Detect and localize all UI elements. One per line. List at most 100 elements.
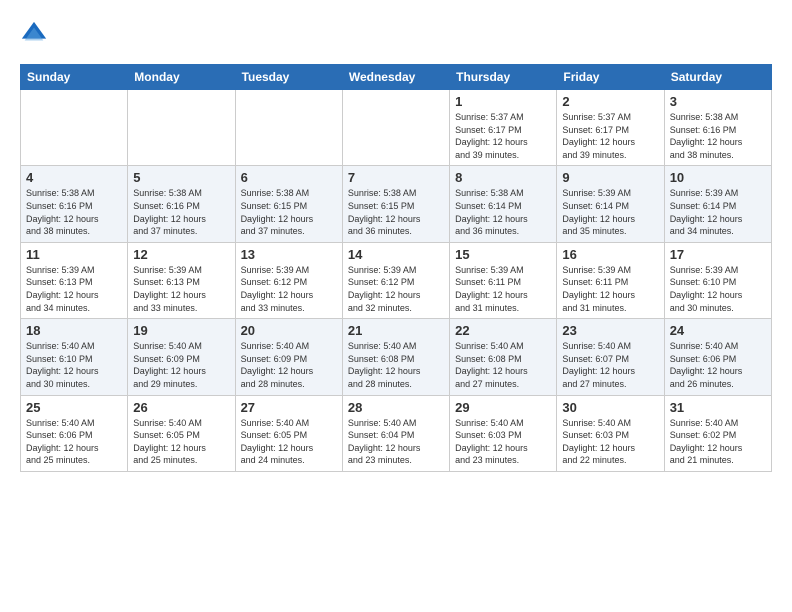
day-number: 23 [562, 323, 658, 338]
calendar-header-tuesday: Tuesday [235, 65, 342, 90]
cell-content: Sunrise: 5:40 AM Sunset: 6:06 PM Dayligh… [670, 340, 766, 390]
day-number: 3 [670, 94, 766, 109]
calendar-cell: 19 Sunrise: 5:40 AM Sunset: 6:09 PM Dayli… [128, 319, 235, 395]
day-number: 9 [562, 170, 658, 185]
calendar-cell: 26 Sunrise: 5:40 AM Sunset: 6:05 PM Dayli… [128, 395, 235, 471]
cell-content: Sunrise: 5:40 AM Sunset: 6:10 PM Dayligh… [26, 340, 122, 390]
cell-content: Sunrise: 5:40 AM Sunset: 6:07 PM Dayligh… [562, 340, 658, 390]
calendar-cell: 2 Sunrise: 5:37 AM Sunset: 6:17 PM Daylig… [557, 90, 664, 166]
cell-content: Sunrise: 5:39 AM Sunset: 6:14 PM Dayligh… [670, 187, 766, 237]
cell-content: Sunrise: 5:39 AM Sunset: 6:13 PM Dayligh… [26, 264, 122, 314]
cell-content: Sunrise: 5:39 AM Sunset: 6:11 PM Dayligh… [562, 264, 658, 314]
cell-content: Sunrise: 5:39 AM Sunset: 6:11 PM Dayligh… [455, 264, 551, 314]
day-number: 31 [670, 400, 766, 415]
day-number: 28 [348, 400, 444, 415]
calendar-cell: 10Sunrise: 5:39 AM Sunset: 6:14 PM Dayli… [664, 166, 771, 242]
day-number: 4 [26, 170, 122, 185]
cell-content: Sunrise: 5:39 AM Sunset: 6:14 PM Dayligh… [562, 187, 658, 237]
calendar-week-row: 4 Sunrise: 5:38 AM Sunset: 6:16 PM Daylig… [21, 166, 772, 242]
calendar-cell [342, 90, 449, 166]
cell-content: Sunrise: 5:39 AM Sunset: 6:12 PM Dayligh… [348, 264, 444, 314]
cell-content: Sunrise: 5:38 AM Sunset: 6:14 PM Dayligh… [455, 187, 551, 237]
calendar-cell: 4 Sunrise: 5:38 AM Sunset: 6:16 PM Daylig… [21, 166, 128, 242]
cell-content: Sunrise: 5:38 AM Sunset: 6:16 PM Dayligh… [26, 187, 122, 237]
day-number: 16 [562, 247, 658, 262]
cell-content: Sunrise: 5:40 AM Sunset: 6:09 PM Dayligh… [241, 340, 337, 390]
calendar-header-saturday: Saturday [664, 65, 771, 90]
calendar-cell: 11 Sunrise: 5:39 AM Sunset: 6:13 PM Dayli… [21, 242, 128, 318]
day-number: 24 [670, 323, 766, 338]
calendar-cell: 17 Sunrise: 5:39 AM Sunset: 6:10 PM Dayli… [664, 242, 771, 318]
day-number: 2 [562, 94, 658, 109]
cell-content: Sunrise: 5:40 AM Sunset: 6:08 PM Dayligh… [455, 340, 551, 390]
calendar-week-row: 25 Sunrise: 5:40 AM Sunset: 6:06 PM Dayli… [21, 395, 772, 471]
cell-content: Sunrise: 5:40 AM Sunset: 6:03 PM Dayligh… [562, 417, 658, 467]
calendar-cell: 21 Sunrise: 5:40 AM Sunset: 6:08 PM Dayli… [342, 319, 449, 395]
calendar-cell: 14Sunrise: 5:39 AM Sunset: 6:12 PM Dayli… [342, 242, 449, 318]
day-number: 22 [455, 323, 551, 338]
calendar-week-row: 1 Sunrise: 5:37 AM Sunset: 6:17 PM Daylig… [21, 90, 772, 166]
cell-content: Sunrise: 5:38 AM Sunset: 6:15 PM Dayligh… [241, 187, 337, 237]
day-number: 7 [348, 170, 444, 185]
calendar-cell: 8Sunrise: 5:38 AM Sunset: 6:14 PM Daylig… [450, 166, 557, 242]
cell-content: Sunrise: 5:39 AM Sunset: 6:13 PM Dayligh… [133, 264, 229, 314]
cell-content: Sunrise: 5:40 AM Sunset: 6:05 PM Dayligh… [133, 417, 229, 467]
calendar-header-wednesday: Wednesday [342, 65, 449, 90]
day-number: 27 [241, 400, 337, 415]
calendar-cell: 27 Sunrise: 5:40 AM Sunset: 6:05 PM Dayli… [235, 395, 342, 471]
day-number: 11 [26, 247, 122, 262]
day-number: 25 [26, 400, 122, 415]
calendar-cell: 16 Sunrise: 5:39 AM Sunset: 6:11 PM Dayli… [557, 242, 664, 318]
calendar-header-sunday: Sunday [21, 65, 128, 90]
calendar-table: SundayMondayTuesdayWednesdayThursdayFrid… [20, 64, 772, 472]
calendar-cell: 25 Sunrise: 5:40 AM Sunset: 6:06 PM Dayli… [21, 395, 128, 471]
calendar-cell: 18 Sunrise: 5:40 AM Sunset: 6:10 PM Dayli… [21, 319, 128, 395]
cell-content: Sunrise: 5:37 AM Sunset: 6:17 PM Dayligh… [562, 111, 658, 161]
day-number: 21 [348, 323, 444, 338]
day-number: 1 [455, 94, 551, 109]
calendar-cell: 29Sunrise: 5:40 AM Sunset: 6:03 PM Dayli… [450, 395, 557, 471]
day-number: 26 [133, 400, 229, 415]
calendar-cell: 3Sunrise: 5:38 AM Sunset: 6:16 PM Daylig… [664, 90, 771, 166]
day-number: 17 [670, 247, 766, 262]
calendar-cell: 13 Sunrise: 5:39 AM Sunset: 6:12 PM Dayli… [235, 242, 342, 318]
cell-content: Sunrise: 5:39 AM Sunset: 6:10 PM Dayligh… [670, 264, 766, 314]
day-number: 13 [241, 247, 337, 262]
cell-content: Sunrise: 5:40 AM Sunset: 6:04 PM Dayligh… [348, 417, 444, 467]
day-number: 6 [241, 170, 337, 185]
cell-content: Sunrise: 5:40 AM Sunset: 6:03 PM Dayligh… [455, 417, 551, 467]
day-number: 15 [455, 247, 551, 262]
calendar-week-row: 11 Sunrise: 5:39 AM Sunset: 6:13 PM Dayli… [21, 242, 772, 318]
cell-content: Sunrise: 5:40 AM Sunset: 6:06 PM Dayligh… [26, 417, 122, 467]
calendar-header-friday: Friday [557, 65, 664, 90]
calendar-cell: 28 Sunrise: 5:40 AM Sunset: 6:04 PM Dayli… [342, 395, 449, 471]
cell-content: Sunrise: 5:38 AM Sunset: 6:16 PM Dayligh… [133, 187, 229, 237]
page-header [20, 20, 772, 48]
calendar-cell [235, 90, 342, 166]
calendar-cell: 23 Sunrise: 5:40 AM Sunset: 6:07 PM Dayli… [557, 319, 664, 395]
day-number: 20 [241, 323, 337, 338]
cell-content: Sunrise: 5:40 AM Sunset: 6:05 PM Dayligh… [241, 417, 337, 467]
cell-content: Sunrise: 5:40 AM Sunset: 6:09 PM Dayligh… [133, 340, 229, 390]
day-number: 18 [26, 323, 122, 338]
logo-icon [20, 20, 48, 48]
calendar-cell [21, 90, 128, 166]
cell-content: Sunrise: 5:40 AM Sunset: 6:08 PM Dayligh… [348, 340, 444, 390]
cell-content: Sunrise: 5:37 AM Sunset: 6:17 PM Dayligh… [455, 111, 551, 161]
calendar-header-thursday: Thursday [450, 65, 557, 90]
calendar-cell: 20 Sunrise: 5:40 AM Sunset: 6:09 PM Dayli… [235, 319, 342, 395]
calendar-cell: 5 Sunrise: 5:38 AM Sunset: 6:16 PM Daylig… [128, 166, 235, 242]
day-number: 19 [133, 323, 229, 338]
cell-content: Sunrise: 5:38 AM Sunset: 6:15 PM Dayligh… [348, 187, 444, 237]
day-number: 5 [133, 170, 229, 185]
calendar-cell: 15 Sunrise: 5:39 AM Sunset: 6:11 PM Dayli… [450, 242, 557, 318]
calendar-cell: 7 Sunrise: 5:38 AM Sunset: 6:15 PM Daylig… [342, 166, 449, 242]
cell-content: Sunrise: 5:40 AM Sunset: 6:02 PM Dayligh… [670, 417, 766, 467]
calendar-cell: 1 Sunrise: 5:37 AM Sunset: 6:17 PM Daylig… [450, 90, 557, 166]
calendar-cell: 9 Sunrise: 5:39 AM Sunset: 6:14 PM Daylig… [557, 166, 664, 242]
calendar-cell [128, 90, 235, 166]
calendar-cell: 31 Sunrise: 5:40 AM Sunset: 6:02 PM Dayli… [664, 395, 771, 471]
cell-content: Sunrise: 5:39 AM Sunset: 6:12 PM Dayligh… [241, 264, 337, 314]
calendar-cell: 30Sunrise: 5:40 AM Sunset: 6:03 PM Dayli… [557, 395, 664, 471]
logo [20, 20, 52, 48]
